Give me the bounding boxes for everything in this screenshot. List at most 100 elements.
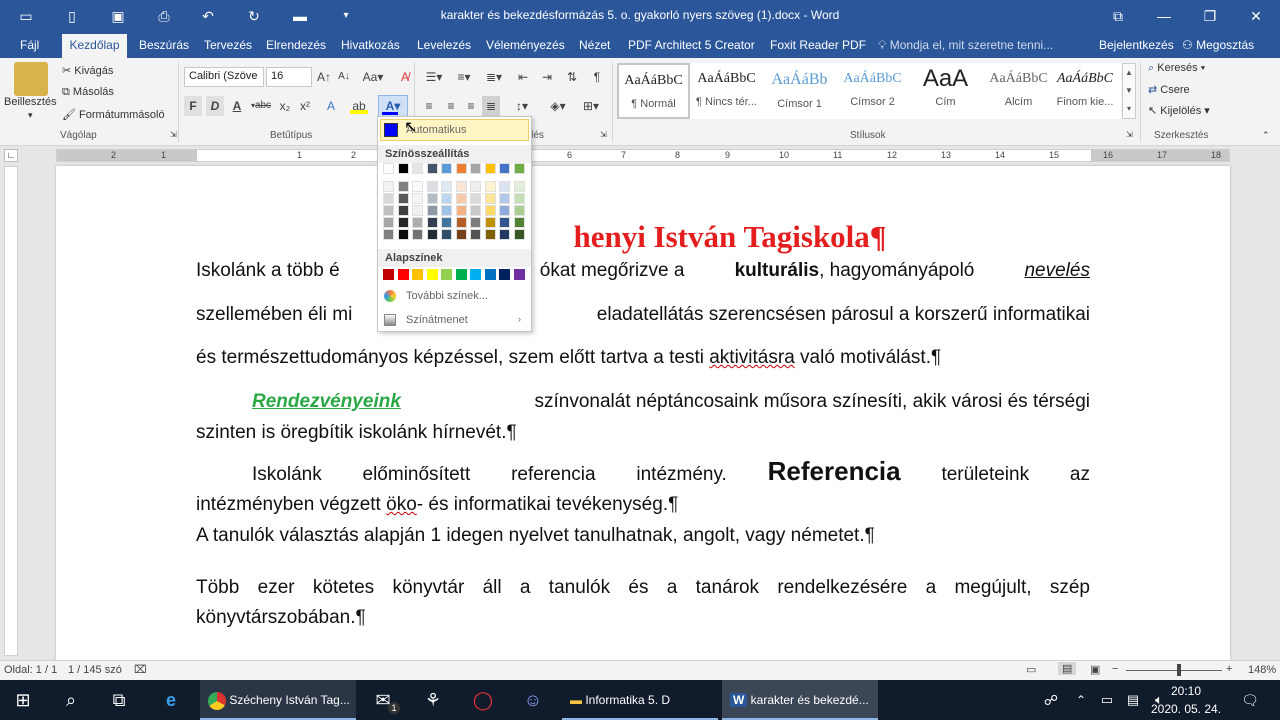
style-heading-1[interactable]: AaÁáBb Címsor 1 bbox=[763, 63, 836, 119]
italic-button[interactable]: D bbox=[206, 96, 224, 116]
tab-layout[interactable]: Elrendezés bbox=[266, 38, 326, 52]
theme-color-swatch[interactable] bbox=[499, 163, 510, 174]
font-name-box[interactable]: Calibri (Szöve bbox=[184, 67, 264, 87]
proofing-icon[interactable]: ⌧ bbox=[134, 663, 147, 676]
ribbon-display-icon[interactable]: ⧉ bbox=[1104, 4, 1132, 28]
align-center-icon[interactable]: ≡ bbox=[442, 96, 460, 116]
increase-indent-icon[interactable]: ⇥ bbox=[538, 67, 556, 87]
paragraph-3-line-2[interactable]: intézményben végzett öko- és informatika… bbox=[196, 494, 1090, 516]
standard-color-swatch[interactable] bbox=[470, 269, 481, 280]
search-icon[interactable]: ⌕ bbox=[48, 680, 94, 720]
theme-color-swatch[interactable] bbox=[484, 193, 496, 204]
format-painter-button[interactable]: 🖌︎ Formátummásoló bbox=[62, 108, 165, 121]
copy-button[interactable]: ⧉ Másolás bbox=[62, 86, 114, 99]
theme-color-swatch[interactable] bbox=[441, 181, 452, 192]
paste-dropdown-icon[interactable]: ▾ bbox=[28, 110, 33, 121]
clipboard-launcher-icon[interactable]: ⇲ bbox=[170, 130, 177, 139]
show-formatting-icon[interactable]: ¶ bbox=[588, 67, 606, 87]
tab-references[interactable]: Hivatkozás bbox=[341, 38, 400, 52]
strikethrough-icon[interactable]: abc bbox=[254, 96, 272, 116]
theme-color-swatch[interactable] bbox=[441, 193, 452, 204]
style-title[interactable]: AaA Cím bbox=[909, 63, 982, 119]
taskbar-app-word[interactable]: W karakter és bekezdé... bbox=[722, 680, 878, 720]
mail-icon[interactable]: ✉ 1 bbox=[360, 680, 406, 720]
tab-foxit[interactable]: Foxit Reader PDF bbox=[770, 38, 866, 52]
clock-date[interactable]: 2020. 05. 24. bbox=[1148, 702, 1224, 716]
open-icon[interactable]: ▭ bbox=[16, 6, 36, 26]
standard-color-swatch[interactable] bbox=[441, 269, 452, 280]
print-icon[interactable]: ⎙ bbox=[154, 6, 174, 26]
paragraph-1-line-1[interactable]: Iskolánk a több é ókat megőrizve a kultu… bbox=[196, 260, 1090, 282]
style-subtle-emphasis[interactable]: AaÁáBbC Finom kie... bbox=[1049, 63, 1121, 119]
theme-color-swatch[interactable] bbox=[499, 217, 510, 228]
tab-pdf-architect[interactable]: PDF Architect 5 Creator bbox=[628, 38, 755, 52]
share-button[interactable]: ⚇ Megosztás bbox=[1182, 38, 1254, 52]
tell-me-search[interactable]: 💡︎ Mondja el, mit szeretne tenni... bbox=[878, 38, 1053, 53]
task-view-icon[interactable]: ⧉ bbox=[96, 680, 142, 720]
windows-start-icon[interactable]: ⊞ bbox=[0, 680, 46, 720]
style-no-spacing[interactable]: AaÁáBbC ¶ Nincs tér... bbox=[690, 63, 763, 119]
theme-color-swatch[interactable] bbox=[383, 229, 394, 240]
find-button[interactable]: ⌕ Keresés ▾ bbox=[1148, 62, 1205, 75]
theme-color-swatch[interactable] bbox=[499, 181, 510, 192]
fox-app-icon[interactable]: ⚘ bbox=[410, 680, 456, 720]
theme-color-swatch[interactable] bbox=[484, 217, 496, 228]
cut-button[interactable]: ✂ Kivágás bbox=[62, 64, 113, 77]
theme-color-swatch[interactable] bbox=[441, 163, 452, 174]
numbering-icon[interactable]: ≡▾ bbox=[452, 67, 476, 87]
standard-color-swatch[interactable] bbox=[397, 269, 409, 280]
standard-color-swatch[interactable] bbox=[499, 269, 510, 280]
paragraph-launcher-icon[interactable]: ⇲ bbox=[600, 130, 607, 139]
redo-icon[interactable]: ↻ bbox=[244, 6, 264, 26]
discord-icon[interactable]: ☺ bbox=[510, 680, 556, 720]
clock-time[interactable]: 20:10 bbox=[1150, 684, 1222, 698]
theme-color-swatch[interactable] bbox=[455, 193, 467, 204]
theme-color-swatch[interactable] bbox=[499, 229, 510, 240]
theme-color-swatch[interactable] bbox=[397, 181, 409, 192]
theme-color-swatch[interactable] bbox=[470, 229, 481, 240]
tab-review[interactable]: Véleményezés bbox=[486, 38, 565, 52]
save-icon[interactable]: ▣ bbox=[108, 6, 128, 26]
paragraph-4[interactable]: A tanulók választás alapján 1 idegen nye… bbox=[196, 525, 1090, 547]
theme-color-swatch[interactable] bbox=[426, 205, 438, 216]
align-right-icon[interactable]: ≡ bbox=[462, 96, 480, 116]
theme-color-swatch[interactable] bbox=[455, 181, 467, 192]
theme-color-swatch[interactable] bbox=[383, 181, 394, 192]
restore-button[interactable]: ❐ bbox=[1196, 4, 1224, 28]
theme-color-swatch[interactable] bbox=[397, 229, 409, 240]
style-subtitle[interactable]: AaÁáBbC Alcím bbox=[982, 63, 1055, 119]
paragraph-5-line-2[interactable]: könyvtárszobában.¶ bbox=[196, 607, 1090, 629]
standard-color-swatch[interactable] bbox=[484, 269, 496, 280]
zoom-in-icon[interactable]: + bbox=[1226, 663, 1232, 675]
standard-color-swatch[interactable] bbox=[455, 269, 467, 280]
theme-color-swatch[interactable] bbox=[412, 217, 423, 228]
theme-color-swatch[interactable] bbox=[499, 193, 510, 204]
tab-view[interactable]: Nézet bbox=[579, 38, 610, 52]
theme-color-swatch[interactable] bbox=[426, 229, 438, 240]
standard-color-swatch[interactable] bbox=[513, 269, 525, 280]
document-heading[interactable]: henyi István Tagiskola¶ bbox=[0, 219, 1280, 255]
shrink-font-icon[interactable]: A↓ bbox=[335, 67, 353, 87]
zoom-thumb[interactable] bbox=[1177, 664, 1181, 676]
paragraph-5-line-1[interactable]: Több ezer kötetes könyvtár áll a tanulók… bbox=[196, 577, 1090, 599]
page-count[interactable]: Oldal: 1 / 1 bbox=[4, 664, 57, 676]
theme-color-swatch[interactable] bbox=[513, 181, 525, 192]
tab-selector-icon[interactable]: ∟ bbox=[4, 149, 18, 162]
taskbar-app-chrome[interactable]: Szécheny István Tag... bbox=[200, 680, 356, 720]
theme-color-swatch[interactable] bbox=[383, 193, 394, 204]
web-layout-icon[interactable]: ▣ bbox=[1090, 663, 1100, 676]
gradient-item[interactable]: Színátmenet bbox=[406, 314, 468, 326]
theme-color-swatch[interactable] bbox=[470, 205, 481, 216]
styles-launcher-icon[interactable]: ⇲ bbox=[1126, 130, 1133, 139]
theme-color-swatch[interactable] bbox=[513, 217, 525, 228]
read-mode-icon[interactable]: ▭ bbox=[1026, 663, 1036, 676]
horizontal-ruler[interactable]: 2 1 1 2 3 4 5 6 7 8 9 10 11 12 13 14 15 … bbox=[56, 149, 1230, 162]
bullets-icon[interactable]: ☰▾ bbox=[422, 67, 446, 87]
theme-color-swatch[interactable] bbox=[484, 163, 496, 174]
theme-color-swatch[interactable] bbox=[397, 193, 409, 204]
theme-color-swatch[interactable] bbox=[470, 163, 481, 174]
shading-icon[interactable]: ◈▾ bbox=[546, 96, 570, 116]
signin-link[interactable]: Bejelentkezés bbox=[1099, 38, 1174, 52]
theme-color-swatch[interactable] bbox=[426, 181, 438, 192]
theme-color-swatch[interactable] bbox=[441, 205, 452, 216]
